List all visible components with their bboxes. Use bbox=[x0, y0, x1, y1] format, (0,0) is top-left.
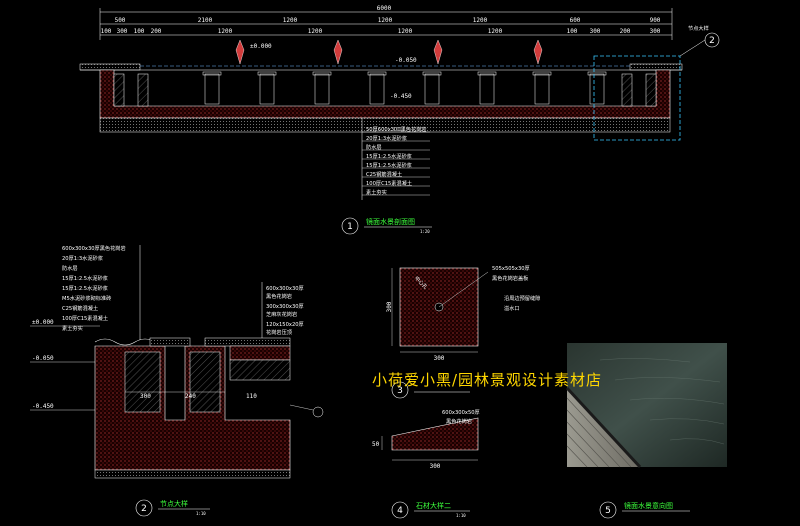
detail-dim: 100 bbox=[134, 28, 145, 35]
section2-number: 2 bbox=[141, 504, 147, 514]
stone-side-dim: 50 bbox=[372, 441, 380, 448]
top-dim: 1200 bbox=[378, 17, 393, 24]
section-5-reference-photo: 5 镜面水景意向图 bbox=[565, 343, 727, 519]
layer-note: 素土夯实 bbox=[366, 188, 387, 196]
top-dim: 600 bbox=[570, 17, 581, 24]
detail-dim: 200 bbox=[151, 28, 162, 35]
detail-dim: 200 bbox=[620, 28, 631, 35]
plate-note: 505x505x30厚 bbox=[492, 265, 530, 272]
section-1-water-feature-section: 6000 500 2100 1200 1200 1200 600 900 100… bbox=[79, 5, 720, 235]
detail-dim: 100 bbox=[101, 28, 112, 35]
section-4-stone-detail: 600x300x50厚 黑色花岗岩 300 50 4 石材大样二 1:10 bbox=[372, 409, 480, 519]
section5-number: 5 bbox=[605, 506, 611, 516]
layer-note: 15厚1:2.5水泥砂浆 bbox=[62, 274, 108, 282]
layer-note: 素土夯实 bbox=[62, 324, 83, 332]
detail-dim: 300 bbox=[117, 28, 128, 35]
top-dim: 2100 bbox=[198, 17, 213, 24]
right-note: 黑色花岗岩 bbox=[266, 292, 292, 300]
stone-note: 600x300x50厚 bbox=[442, 409, 480, 416]
section1-layer-notes: 50厚600x300黑色花岗岩 20厚1:3水泥砂浆 防水层 15厚1:2.5水… bbox=[362, 125, 430, 196]
height-dim: 300 bbox=[386, 301, 393, 312]
layer-note: 20厚1:3水泥砂浆 bbox=[366, 134, 407, 142]
callout-number: 2 bbox=[709, 36, 715, 46]
level-label: -0.450 bbox=[390, 93, 412, 100]
section5-title: 镜面水景意向图 bbox=[624, 501, 673, 510]
layer-note: 防水层 bbox=[62, 264, 78, 272]
bottom-dim: 300 bbox=[140, 393, 151, 400]
layer-note: 100厚C15素混凝土 bbox=[366, 179, 412, 187]
level-label: ±0.000 bbox=[250, 43, 272, 50]
layer-note: C25钢筋混凝土 bbox=[366, 170, 402, 178]
fountain-jets bbox=[235, 39, 543, 65]
section1-number: 1 bbox=[347, 222, 353, 232]
top-dim: 1200 bbox=[473, 17, 488, 24]
detail-dim: 300 bbox=[650, 28, 661, 35]
stone-bottom-dim: 300 bbox=[430, 463, 441, 470]
right-note: 芝麻灰花岗岩 bbox=[266, 310, 297, 318]
top-dim: 500 bbox=[115, 17, 126, 24]
right-note: 600x300x30厚 bbox=[266, 285, 304, 292]
section4-title: 石材大样二 bbox=[416, 501, 451, 510]
level-label: -0.050 bbox=[395, 57, 417, 64]
layer-note: 15厚1:2.5水泥砂浆 bbox=[366, 152, 412, 160]
total-dimension: 6000 bbox=[377, 5, 392, 12]
section2-title: 节点大样 bbox=[160, 499, 188, 508]
right-note: 花岗岩压顶 bbox=[266, 328, 292, 336]
layer-note: 15厚1:2.5水泥砂浆 bbox=[366, 161, 412, 169]
plate-note: 溢水口 bbox=[504, 304, 520, 312]
bottom-dim: 110 bbox=[246, 393, 257, 400]
top-dim: 1200 bbox=[283, 17, 298, 24]
section-2-node-detail: 600x300x30厚黑色花岗岩 20厚1:3水泥砂浆 防水层 15厚1:2.5… bbox=[30, 244, 324, 517]
layer-note: 防水层 bbox=[366, 143, 382, 151]
detail-dim: 1200 bbox=[308, 28, 323, 35]
top-dimension-row: 500 2100 1200 1200 1200 600 900 bbox=[115, 17, 661, 24]
section1-scale: 1:20 bbox=[420, 229, 430, 234]
detail-dim: 300 bbox=[590, 28, 601, 35]
level-a: ±0.000 bbox=[32, 319, 54, 326]
layer-note: 600x300x30厚黑色花岗岩 bbox=[62, 244, 126, 252]
callout-label: 节点大样 bbox=[688, 24, 709, 32]
layer-note: 20厚1:3水泥砂浆 bbox=[62, 254, 103, 262]
level-b: -0.050 bbox=[32, 355, 54, 362]
layer-note: 50厚600x300黑色花岗岩 bbox=[366, 125, 427, 133]
section1-title: 镜面水景剖面图 bbox=[366, 217, 415, 226]
section2-scale: 1:10 bbox=[196, 511, 206, 516]
plate-note: 沿周边预留缝隙 bbox=[504, 294, 540, 302]
detail-dim: 100 bbox=[567, 28, 578, 35]
right-note: 300x300x30厚 bbox=[266, 303, 304, 310]
detail-dim: 1200 bbox=[398, 28, 413, 35]
detail-dim: 1200 bbox=[218, 28, 233, 35]
layer-note: 15厚1:2.5水泥砂浆 bbox=[62, 284, 108, 292]
bottom-dim: 240 bbox=[185, 393, 196, 400]
section2-right-notes: 600x300x30厚 黑色花岗岩 300x300x30厚 芝麻灰花岗岩 120… bbox=[266, 285, 304, 336]
stone-note: 黑色花岗岩 bbox=[446, 417, 472, 425]
layer-note: M5水泥砂浆砌标准砖 bbox=[62, 294, 111, 302]
plate-note: 黑色花岗岩盖板 bbox=[492, 274, 529, 282]
level-c: -0.450 bbox=[32, 403, 54, 410]
layer-note: 100厚C15素混凝土 bbox=[62, 314, 108, 322]
section4-scale: 1:10 bbox=[456, 513, 466, 518]
top-dim: 900 bbox=[650, 17, 661, 24]
section3-notes: 505x505x30厚 黑色花岗岩盖板 沿周边预留缝隙 溢水口 bbox=[492, 265, 540, 312]
watermark-text: 小荷爱小黑/园林景观设计素材店 bbox=[372, 371, 602, 389]
detail-dim: 1200 bbox=[488, 28, 503, 35]
layer-note: C25钢筋混凝土 bbox=[62, 304, 98, 312]
right-note: 120x150x20厚 bbox=[266, 321, 304, 328]
cad-drawing-canvas: 6000 500 2100 1200 1200 1200 600 900 100… bbox=[30, 5, 727, 519]
section2-layer-notes: 600x300x30厚黑色花岗岩 20厚1:3水泥砂浆 防水层 15厚1:2.5… bbox=[62, 244, 126, 332]
width-dim: 300 bbox=[434, 355, 445, 362]
section4-number: 4 bbox=[397, 506, 403, 516]
detail-dimension-row: 100 300 100 200 1200 1200 1200 1200 100 … bbox=[101, 28, 661, 35]
